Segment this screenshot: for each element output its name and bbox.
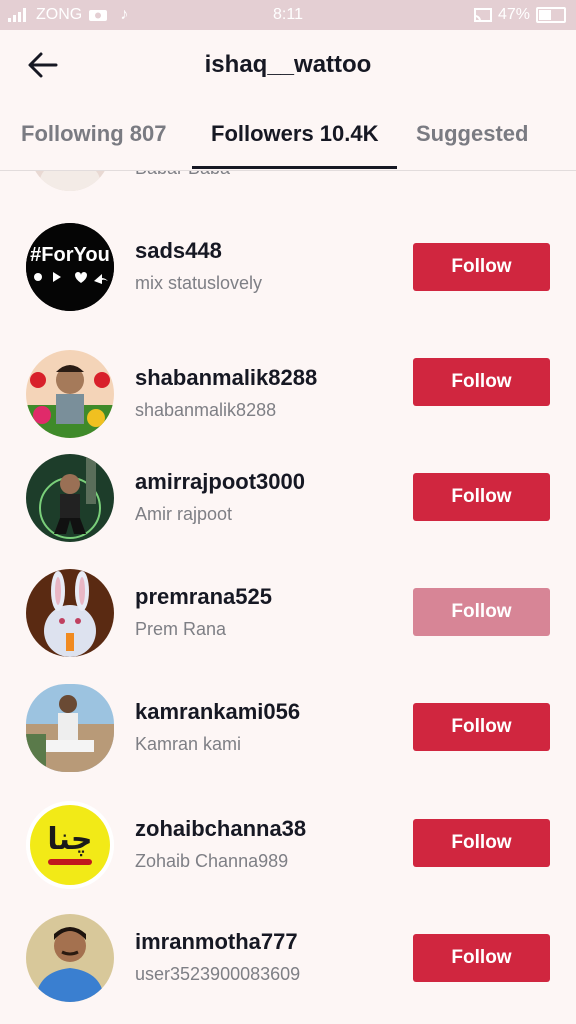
avatar[interactable]: چنا [26, 801, 114, 889]
username: premrana525 [135, 584, 272, 609]
list-item[interactable]: #ForYou sads448 mix statuslovely Follow [0, 223, 576, 338]
username: kamrankami056 [135, 699, 301, 724]
tab-following[interactable]: Following 807 [21, 121, 166, 147]
avatar[interactable] [26, 684, 114, 772]
tab-bar: Following 807 Followers 10.4K Suggested [0, 100, 576, 171]
follow-button[interactable]: Follow [413, 819, 550, 867]
follow-button[interactable]: Follow [413, 934, 550, 982]
tab-followers[interactable]: Followers 10.4K [211, 121, 379, 147]
list-item-partial[interactable]: Babar Baba [0, 171, 576, 226]
tab-suggested[interactable]: Suggested [416, 121, 528, 147]
nickname: Prem Rana [135, 619, 227, 639]
nickname: Amir rajpoot [135, 504, 233, 524]
battery-percent: 47% [497, 6, 530, 23]
avatar-text: چنا [47, 822, 92, 857]
status-right: 47% [473, 6, 566, 24]
battery-icon [536, 7, 566, 23]
list-item[interactable]: shabanmalik8288 shabanmalik8288 Follow [0, 350, 576, 465]
list-item[interactable]: premrana525 Prem Rana Follow [0, 569, 576, 684]
username: imranmotha777 [135, 929, 298, 954]
nickname: shabanmalik8288 [135, 400, 277, 420]
username: sads448 [135, 238, 222, 263]
active-tab-indicator [192, 166, 397, 169]
follow-button[interactable]: Follow [413, 358, 550, 406]
list-item[interactable]: imranmotha777 user3523900083609 Follow [0, 914, 576, 1024]
nickname: mix statuslovely [135, 273, 263, 293]
follow-button[interactable]: Follow [413, 588, 550, 636]
avatar[interactable] [26, 914, 114, 1002]
avatar[interactable] [26, 454, 114, 542]
nickname: Kamran kami [135, 734, 242, 754]
followers-list[interactable]: Babar Baba #ForYou sads448 mix statuslov… [0, 171, 576, 1024]
username: shabanmalik8288 [135, 365, 318, 390]
follow-button[interactable]: Follow [413, 473, 550, 521]
nickname: user3523900083609 [135, 964, 301, 984]
avatar[interactable] [26, 569, 114, 657]
list-item[interactable]: kamrankami056 Kamran kami Follow [0, 684, 576, 799]
page-title: ishaq__wattoo [204, 51, 372, 78]
follow-button[interactable]: Follow [413, 243, 550, 291]
list-item[interactable]: چنا zohaibchanna38 Zohaib Channa989 Foll… [0, 801, 576, 916]
header: ishaq__wattoo [0, 30, 576, 100]
battery-fill [539, 10, 552, 20]
nickname: Zohaib Channa989 [135, 851, 289, 871]
list-item[interactable]: amirrajpoot3000 Amir rajpoot Follow [0, 454, 576, 569]
follow-button[interactable]: Follow [413, 703, 550, 751]
nickname: Babar Baba [135, 171, 230, 179]
avatar-text: #ForYou [30, 244, 110, 266]
username: zohaibchanna38 [135, 816, 307, 841]
status-bar: ZONG ♪ 8:11 47% [0, 0, 576, 30]
avatar[interactable] [26, 350, 114, 438]
cast-icon [473, 8, 492, 22]
avatar[interactable]: #ForYou [26, 223, 114, 311]
username: amirrajpoot3000 [135, 469, 305, 494]
avatar[interactable] [30, 171, 110, 191]
